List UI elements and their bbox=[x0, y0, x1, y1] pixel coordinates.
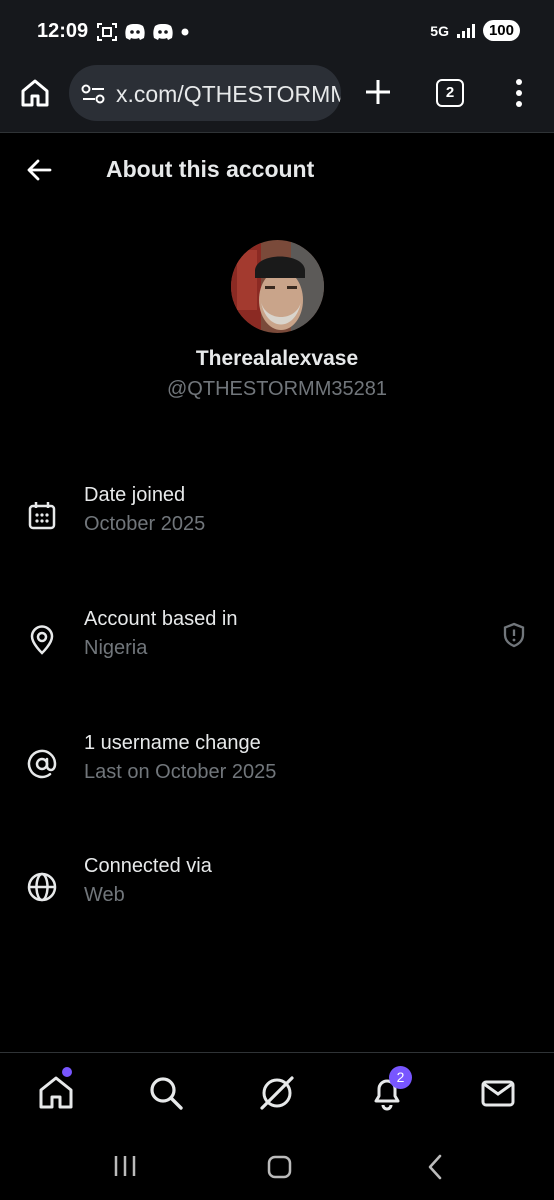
info-value: Last on October 2025 bbox=[84, 761, 277, 783]
info-value: October 2025 bbox=[84, 513, 206, 535]
info-label: Connected via bbox=[84, 855, 212, 877]
status-right: 5G 100 bbox=[430, 20, 520, 41]
at-sign-icon bbox=[27, 749, 57, 779]
recent-apps-icon[interactable] bbox=[112, 1154, 138, 1178]
status-time: 12:09 bbox=[37, 20, 89, 42]
battery-level: 100 bbox=[482, 20, 520, 41]
back-nav-icon[interactable] bbox=[426, 1154, 444, 1180]
notification-icons bbox=[96, 22, 190, 42]
info-row-account-based-in: Account based in Nigeria bbox=[0, 606, 554, 676]
home-nav-icon[interactable] bbox=[267, 1154, 293, 1180]
shield-icon[interactable] bbox=[502, 622, 526, 648]
network-type: 5G bbox=[430, 22, 449, 39]
more-options-icon[interactable] bbox=[510, 78, 528, 108]
back-arrow-icon[interactable] bbox=[26, 158, 52, 182]
browser-home-button[interactable] bbox=[19, 77, 51, 109]
home-icon bbox=[21, 79, 49, 107]
avatar[interactable] bbox=[231, 240, 324, 333]
info-row-connected-via: Connected via Web bbox=[0, 853, 554, 923]
unread-dot bbox=[62, 1067, 72, 1077]
signal-icon bbox=[456, 23, 475, 38]
avatar-image bbox=[231, 240, 324, 333]
info-value: Nigeria bbox=[84, 637, 148, 659]
new-tab-icon[interactable] bbox=[362, 76, 394, 108]
location-pin-icon bbox=[30, 625, 54, 655]
info-label: Date joined bbox=[84, 484, 186, 506]
search-tab-icon[interactable] bbox=[146, 1073, 186, 1113]
status-bar: 12:09 5G 100 bbox=[0, 0, 554, 60]
display-name: Therealalexvase bbox=[195, 347, 359, 370]
grok-tab-icon[interactable] bbox=[257, 1073, 297, 1113]
globe-icon bbox=[27, 872, 57, 902]
info-value: Web bbox=[84, 884, 125, 906]
home-tab-icon[interactable] bbox=[36, 1073, 76, 1113]
page-header: About this account bbox=[0, 134, 554, 206]
discord-icon bbox=[125, 24, 145, 40]
messages-tab-icon[interactable] bbox=[478, 1073, 518, 1113]
page-title: About this account bbox=[106, 156, 315, 182]
info-row-username-change: 1 username change Last on October 2025 bbox=[0, 730, 554, 800]
info-label: 1 username change bbox=[84, 732, 261, 754]
tab-switcher-button[interactable]: 2 bbox=[436, 79, 464, 107]
browser-toolbar: x.com/QTHESTORMM35281 2 bbox=[0, 60, 554, 133]
screenshot-icon bbox=[97, 23, 117, 41]
url-text: x.com/QTHESTORMM35281 bbox=[116, 81, 341, 107]
dot-icon bbox=[181, 28, 189, 36]
discord-icon bbox=[153, 24, 173, 40]
info-label: Account based in bbox=[84, 608, 238, 630]
system-nav-bar bbox=[0, 1132, 554, 1200]
info-row-date-joined: Date joined October 2025 bbox=[0, 482, 554, 552]
site-settings-icon[interactable] bbox=[81, 83, 107, 105]
calendar-icon bbox=[28, 502, 56, 530]
notification-count-badge: 2 bbox=[389, 1066, 412, 1089]
bottom-tab-bar: 2 bbox=[0, 1052, 554, 1132]
user-handle: @QTHESTORMM35281 bbox=[167, 378, 387, 400]
url-bar[interactable]: x.com/QTHESTORMM35281 bbox=[69, 65, 341, 121]
